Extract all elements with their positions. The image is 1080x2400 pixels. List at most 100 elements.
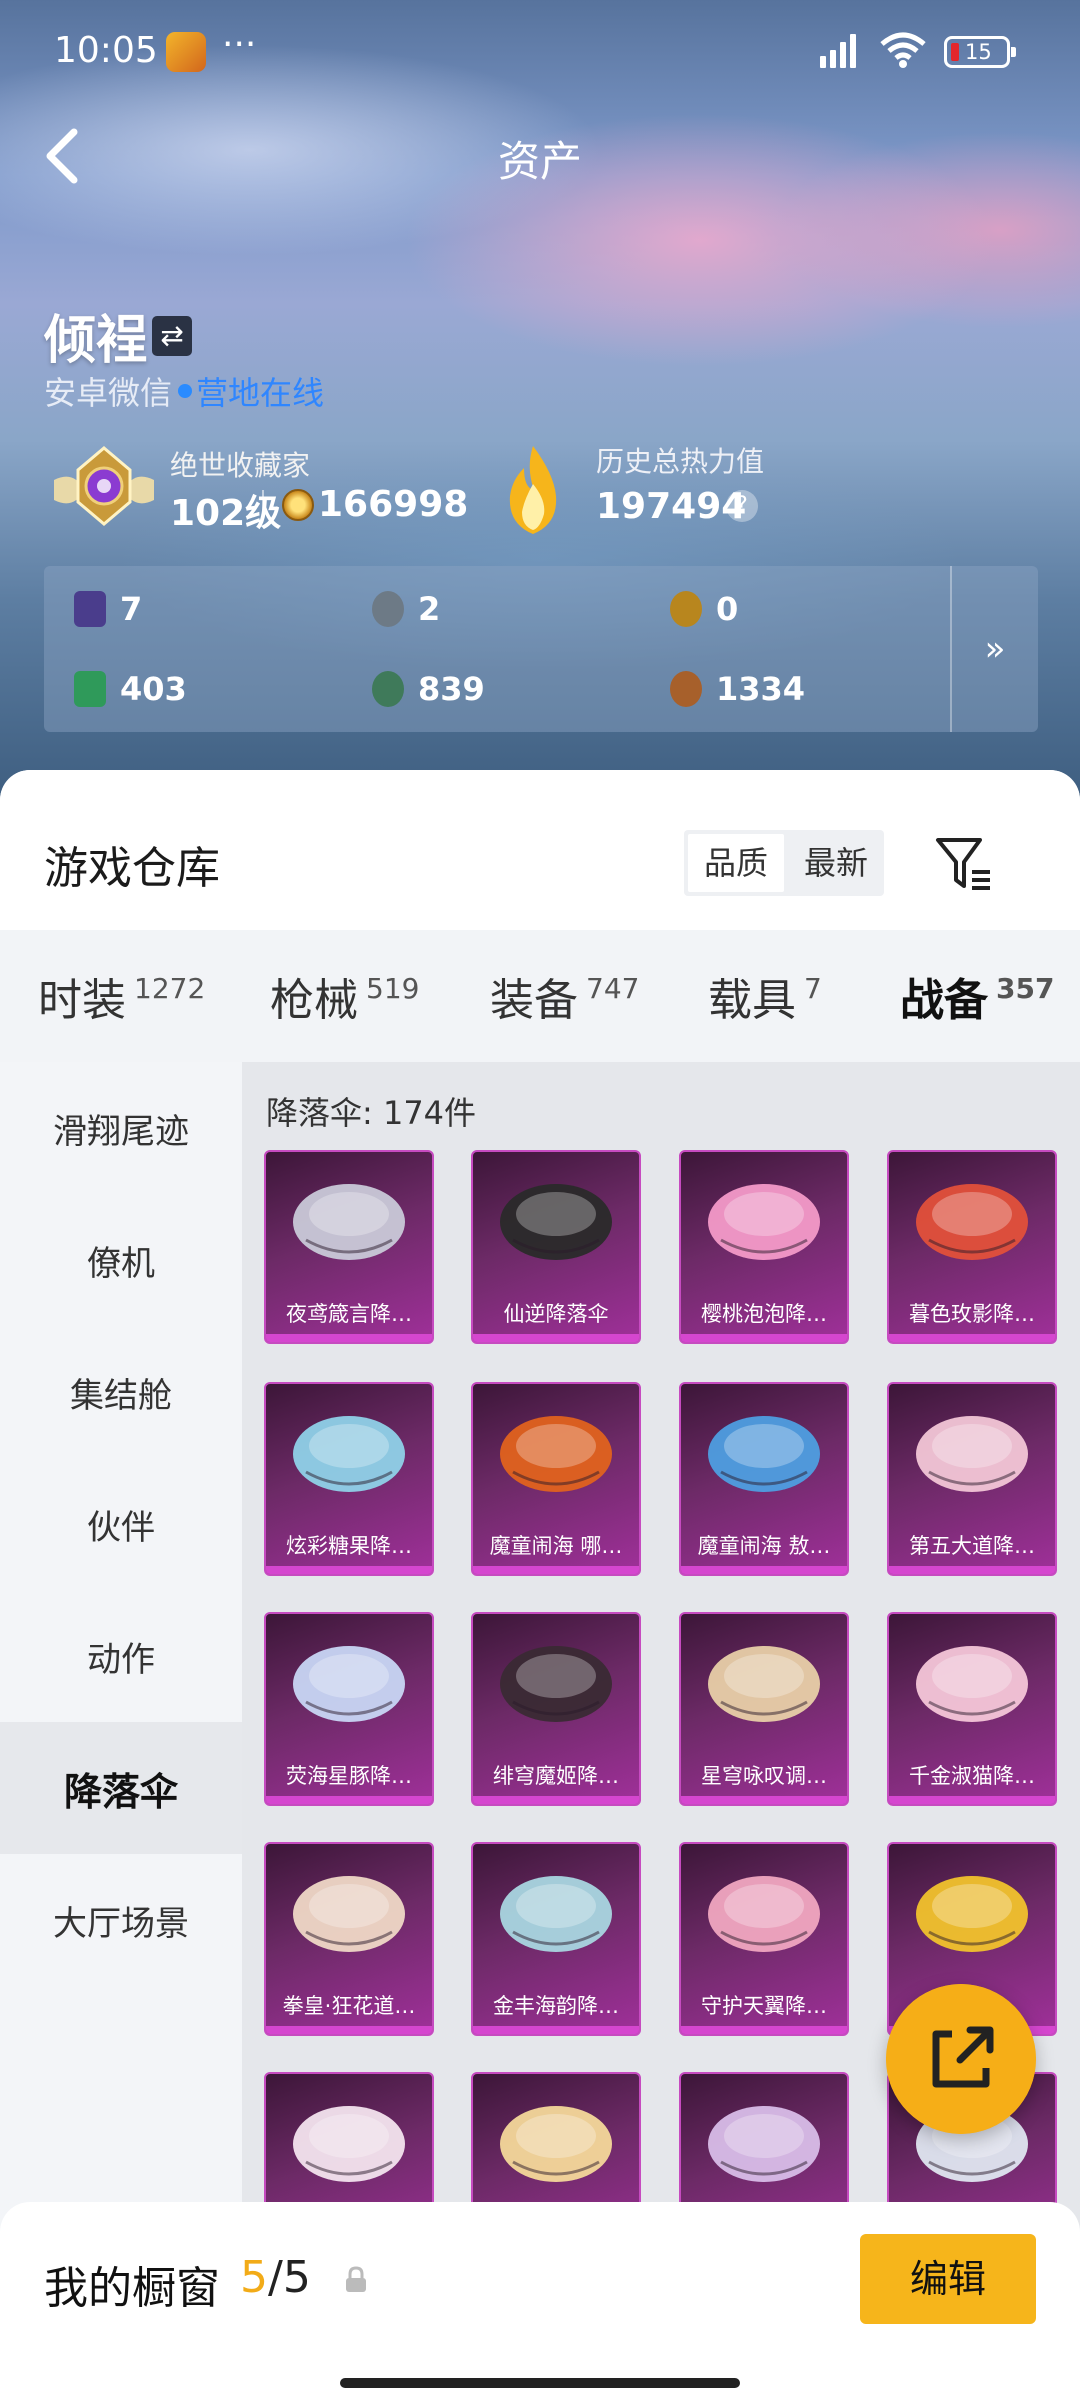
parachute-item[interactable]: 星穹咏叹调… [679,1612,849,1806]
parachute-item-name: 绯穹魔姬降… [493,1764,619,1788]
category-tabs: 时装 1272 枪械 519 装备 747 载具 7 战备 357 [0,930,1080,1200]
player-level: 102级 [170,493,282,534]
parachute-item[interactable]: 魔童闹海 哪… [471,1382,641,1576]
parachute-item-name: 守护天翼降… [701,1994,827,2018]
parachute-item[interactable]: 第五大道降… [887,1382,1057,1576]
parachute-item-name: 樱桃泡泡降… [701,1302,827,1326]
purple-card-icon [74,591,106,627]
sort-toggle: 品质 最新 [684,830,884,896]
parachute-item-name: 拳皇·狂花道… [282,1994,416,2018]
parachute-icon [293,1184,405,1260]
app-notification-icon [166,32,206,72]
parachute-item-name: 荧海星豚降… [286,1764,412,1788]
parachute-item[interactable]: 仙逆降落伞 [471,1150,641,1344]
green-ticket-icon [74,671,106,707]
currency-stat: 0 [670,590,738,628]
filter-icon[interactable] [934,834,994,894]
sidebar-item-parachute[interactable]: 降落伞 [0,1722,242,1854]
parachute-item-name: 千金淑猫降… [909,1764,1035,1788]
showcase-bar: 我的橱窗 5/5 编辑 [0,2202,1080,2400]
online-status: 营地在线 [196,374,325,412]
showcase-count: 5/5 [240,2252,311,2303]
more-notifications-icon: ··· [222,24,257,65]
sort-newest-button[interactable]: 最新 [788,830,884,896]
parachute-icon [500,1416,612,1492]
item-grid: 降落伞: 174件 夜鸢箴言降… 仙逆降落伞 樱桃泡泡降… 暮色玫影降… 炫彩糖果降… 魔… [242,1062,1080,2400]
signal-icon [820,32,856,68]
parachute-item[interactable]: 炫彩糖果降… [264,1382,434,1576]
sidebar-item-partner[interactable]: 伙伴 [0,1458,242,1590]
parachute-icon [916,1416,1028,1492]
currency-panel: 7 2 0 403 839 1334 » [44,566,1038,732]
sidebar-item-lobby-scene[interactable]: 大厅场景 [0,1854,242,1986]
platform-info: 安卓微信 营地在线 [44,368,324,414]
subcategory-sidebar: 滑翔尾迹 僚机 集结舱 伙伴 动作 降落伞 大厅场景 [0,1062,242,2400]
sidebar-item-capsule[interactable]: 集结舱 [0,1326,242,1458]
green-orb-icon [372,671,404,707]
coin-icon [282,489,314,521]
parachute-item[interactable]: 拳皇·狂花道… [264,1842,434,2036]
parachute-icon [293,1646,405,1722]
parachute-icon [708,1646,820,1722]
parachute-icon [500,1184,612,1260]
parachute-item[interactable]: 暮色玫影降… [887,1150,1057,1344]
parachute-icon [293,1416,405,1492]
flame-icon [509,446,557,534]
divider [262,490,264,520]
currency-stat: 839 [372,670,485,708]
currency-stat: 403 [74,670,187,708]
parachute-item-name: 炫彩糖果降… [286,1534,412,1558]
battery-icon: 15 [944,36,1016,68]
profile-header: 10:05 ··· 15 资产 倾裎 ⇄ 安卓微信 营地在线 绝世收藏家 102… [0,0,1080,800]
parachute-icon [708,1184,820,1260]
collector-badge-icon [54,446,154,526]
gold-token-icon [670,591,702,627]
help-icon[interactable]: ? [726,490,758,522]
tab-readiness[interactable]: 战备 357 [900,930,1054,1062]
parachute-item[interactable]: 守护天翼降… [679,1842,849,2036]
parachute-item-name: 金丰海韵降… [493,1994,619,2018]
share-button[interactable] [886,1984,1036,2134]
collector-title: 绝世收藏家 [170,449,311,482]
parachute-icon [916,1876,1028,1952]
tab-fashion[interactable]: 时装 1272 [38,930,205,1062]
parachute-item[interactable]: 千金淑猫降… [887,1612,1057,1806]
sidebar-item-wingman[interactable]: 僚机 [0,1194,242,1326]
warehouse-title: 游戏仓库 [44,843,220,894]
home-indicator [340,2378,740,2388]
expand-currencies-button[interactable]: » [950,566,1038,732]
tab-equipment[interactable]: 装备 747 [490,930,639,1062]
parachute-icon [293,1876,405,1952]
parachute-icon [916,1184,1028,1260]
wifi-icon [880,32,926,68]
parachute-icon [708,1876,820,1952]
username: 倾裎 [44,311,149,371]
tab-vehicles[interactable]: 载具 7 [708,930,822,1062]
parachute-item[interactable]: 夜鸢箴言降… [264,1150,434,1344]
item-count: 降落伞: 174件 [266,1094,477,1132]
coin-count: 166998 [318,484,469,525]
parachute-item[interactable]: 荧海星豚降… [264,1612,434,1806]
sort-quality-button[interactable]: 品质 [688,834,784,892]
parachute-icon [500,1876,612,1952]
heat-value: 197494 [596,486,747,527]
switch-account-icon[interactable]: ⇄ [152,316,192,356]
edit-button[interactable]: 编辑 [860,2234,1036,2324]
parachute-item[interactable]: 樱桃泡泡降… [679,1150,849,1344]
status-time: 10:05 [54,30,158,71]
warehouse-header: 游戏仓库 品质 最新 [0,770,1080,930]
heat-label: 历史总热力值 [596,445,765,478]
sidebar-item-emote[interactable]: 动作 [0,1590,242,1722]
online-dot-icon [178,384,193,398]
warehouse-sheet: 游戏仓库 品质 最新 时装 1272 枪械 519 装备 747 载具 7 战备 357 … [0,770,1080,2400]
bronze-coin-icon [670,671,702,707]
parachute-item[interactable]: 绯穹魔姬降… [471,1612,641,1806]
tab-guns[interactable]: 枪械 519 [270,930,419,1062]
parachute-item-name: 星穹咏叹调… [701,1764,827,1788]
parachute-item[interactable]: 金丰海韵降… [471,1842,641,2036]
sidebar-item-glide-trail[interactable]: 滑翔尾迹 [0,1062,242,1194]
currency-stat: 1334 [670,670,805,708]
parachute-icon [916,1646,1028,1722]
parachute-item-name: 魔童闹海 敖… [697,1534,831,1558]
parachute-item[interactable]: 魔童闹海 敖… [679,1382,849,1576]
